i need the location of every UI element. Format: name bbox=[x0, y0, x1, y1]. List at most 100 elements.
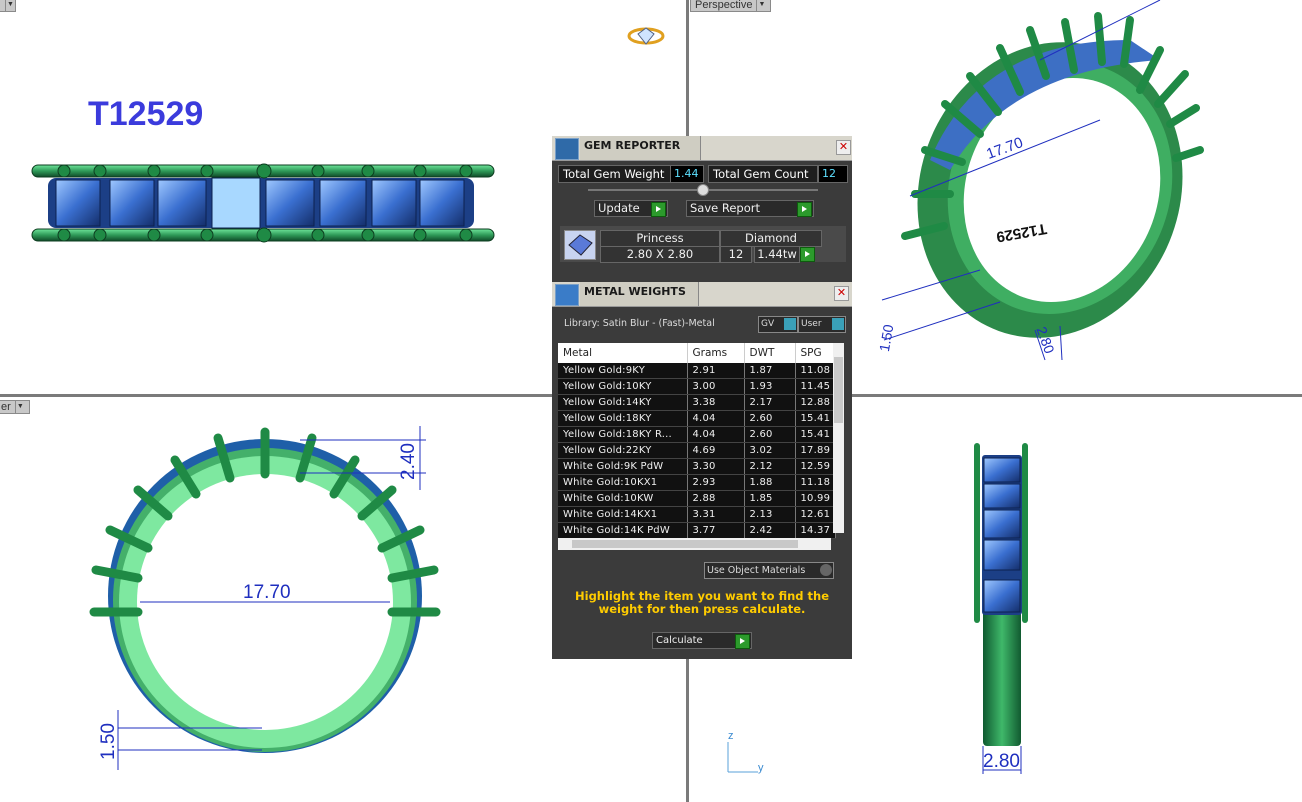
axis-gizmo bbox=[727, 742, 758, 773]
table-cell: 1.93 bbox=[744, 378, 796, 395]
user-toggle[interactable]: User bbox=[798, 316, 846, 333]
update-button[interactable]: Update bbox=[594, 200, 668, 217]
metal-weights-titlebar[interactable]: METAL WEIGHTS ✕ bbox=[552, 282, 852, 307]
gem-reporter-icon bbox=[555, 138, 579, 160]
gem-reporter-panel: GEM REPORTER ✕ Total Gem Weight 1.44 Tot… bbox=[552, 136, 852, 284]
table-cell: 12.61 bbox=[795, 506, 837, 523]
table-row[interactable]: White Gold:9K PdW 3.30 2.12 12.59 bbox=[558, 458, 837, 475]
table-row[interactable]: Yellow Gold:10KY 3.00 1.93 11.45 bbox=[558, 378, 837, 395]
table-cell: 4.69 bbox=[687, 442, 745, 459]
table-cell: 2.17 bbox=[744, 394, 796, 411]
table-cell: 2.13 bbox=[744, 506, 796, 523]
table-cell: 1.87 bbox=[744, 363, 796, 379]
column-header[interactable]: Grams bbox=[687, 343, 745, 363]
table-cell: 3.30 bbox=[687, 458, 745, 475]
table-cell: 4.04 bbox=[687, 410, 745, 427]
metal-weights-title: METAL WEIGHTS bbox=[584, 285, 686, 298]
close-icon[interactable]: ✕ bbox=[834, 286, 849, 301]
table-cell: Yellow Gold:18KY R... bbox=[558, 426, 688, 443]
table-row[interactable]: Yellow Gold:18KY R... 4.04 2.60 15.41 bbox=[558, 426, 837, 443]
table-row[interactable]: Yellow Gold:14KY 3.38 2.17 12.88 bbox=[558, 394, 837, 411]
calculate-hint: Highlight the item you want to find the … bbox=[575, 589, 829, 616]
side-view-ring bbox=[974, 443, 1028, 774]
table-cell: 2.60 bbox=[744, 426, 796, 443]
toggle-icon bbox=[832, 318, 844, 330]
table-cell: 15.41 bbox=[795, 426, 837, 443]
table-cell: White Gold:10KX1 bbox=[558, 474, 688, 491]
table-cell: 3.02 bbox=[744, 442, 796, 459]
save-report-button[interactable]: Save Report bbox=[686, 200, 814, 217]
table-cell: 2.93 bbox=[687, 474, 745, 491]
gem-details-button[interactable] bbox=[800, 246, 816, 262]
play-arrow-icon bbox=[651, 202, 666, 217]
total-gem-count-value: 12 bbox=[818, 165, 848, 183]
ring-logo-icon bbox=[627, 27, 665, 45]
column-header[interactable]: SPG bbox=[795, 343, 837, 363]
dimension-2-40: 2.40 bbox=[398, 443, 419, 480]
table-cell: 14.37 bbox=[795, 522, 837, 539]
table-cell: 2.60 bbox=[744, 410, 796, 427]
table-cell: White Gold:9K PdW bbox=[558, 458, 688, 475]
table-cell: 3.38 bbox=[687, 394, 745, 411]
calculate-button[interactable]: Calculate bbox=[652, 632, 752, 649]
gem-shape: Princess bbox=[600, 230, 720, 247]
table-cell: 2.12 bbox=[744, 458, 796, 475]
table-cell: 2.88 bbox=[687, 490, 745, 507]
close-icon[interactable]: ✕ bbox=[836, 140, 851, 155]
metal-weights-panel: METAL WEIGHTS ✕ Library: Satin Blur - (F… bbox=[552, 282, 852, 659]
radio-icon bbox=[820, 564, 832, 576]
use-object-materials-toggle[interactable]: Use Object Materials bbox=[704, 562, 834, 579]
table-cell: Yellow Gold:9KY bbox=[558, 363, 688, 379]
total-gem-weight-label: Total Gem Weight bbox=[558, 165, 672, 183]
table-cell: White Gold:10KW bbox=[558, 490, 688, 507]
metal-weights-table: Metal Grams DWT SPG Yellow Gold:9KY 2.91 1.87… bbox=[558, 343, 837, 539]
table-cell: 12.59 bbox=[795, 458, 837, 475]
table-row[interactable]: White Gold:14KX1 3.31 2.13 12.61 bbox=[558, 506, 837, 523]
table-cell: 3.00 bbox=[687, 378, 745, 395]
table-row[interactable]: White Gold:10KX1 2.93 1.88 11.18 bbox=[558, 474, 837, 491]
table-cell: 11.18 bbox=[795, 474, 837, 491]
table-cell: Yellow Gold:22KY bbox=[558, 442, 688, 459]
table-cell: 11.08 bbox=[795, 363, 837, 379]
table-row[interactable]: Yellow Gold:22KY 4.69 3.02 17.89 bbox=[558, 442, 837, 459]
total-gem-weight-value: 1.44 bbox=[670, 165, 704, 183]
table-cell: 10.99 bbox=[795, 490, 837, 507]
gem-row[interactable]: Princess 2.80 X 2.80 Diamond 12 1.44tw bbox=[560, 226, 846, 263]
table-cell: 4.04 bbox=[687, 426, 745, 443]
table-cell: 15.41 bbox=[795, 410, 837, 427]
toggle-icon bbox=[784, 318, 796, 330]
dimension-1-50: 1.50 bbox=[98, 723, 119, 760]
gem-weight: 1.44tw bbox=[754, 246, 800, 263]
vertical-scrollbar[interactable] bbox=[833, 343, 844, 533]
slider-handle[interactable] bbox=[697, 184, 709, 196]
column-header[interactable]: Metal bbox=[558, 343, 688, 363]
table-cell: 17.89 bbox=[795, 442, 837, 459]
metal-weights-icon bbox=[555, 284, 579, 306]
gem-reporter-title: GEM REPORTER bbox=[584, 139, 681, 152]
table-cell: White Gold:14KX1 bbox=[558, 506, 688, 523]
table-cell: 1.85 bbox=[744, 490, 796, 507]
table-cell: 11.45 bbox=[795, 378, 837, 395]
total-gem-count-label: Total Gem Count bbox=[708, 165, 818, 183]
axis-y-label: y bbox=[758, 762, 764, 774]
column-header[interactable]: DWT bbox=[744, 343, 796, 363]
table-cell: 2.42 bbox=[744, 522, 796, 539]
table-header: Metal Grams DWT SPG bbox=[558, 343, 837, 363]
table-cell: 3.31 bbox=[687, 506, 745, 523]
table-cell: 2.91 bbox=[687, 363, 745, 379]
axis-z-label: z bbox=[728, 730, 734, 742]
table-row[interactable]: White Gold:14K PdW 3.77 2.42 14.37 bbox=[558, 522, 837, 539]
horizontal-scrollbar[interactable] bbox=[558, 538, 831, 550]
gv-toggle[interactable]: GV bbox=[758, 316, 798, 333]
table-cell: White Gold:14K PdW bbox=[558, 522, 688, 539]
play-arrow-icon bbox=[797, 202, 812, 217]
table-row[interactable]: Yellow Gold:9KY 2.91 1.87 11.08 bbox=[558, 363, 837, 379]
gem-reporter-titlebar[interactable]: GEM REPORTER ✕ bbox=[552, 136, 852, 161]
library-label: Library: Satin Blur - (Fast)-Metal bbox=[564, 318, 715, 329]
table-cell: 3.77 bbox=[687, 522, 745, 539]
play-arrow-icon bbox=[735, 634, 750, 649]
table-row[interactable]: Yellow Gold:18KY 4.04 2.60 15.41 bbox=[558, 410, 837, 427]
play-arrow-icon bbox=[800, 247, 815, 262]
gem-material: Diamond bbox=[720, 230, 822, 247]
table-row[interactable]: White Gold:10KW 2.88 1.85 10.99 bbox=[558, 490, 837, 507]
